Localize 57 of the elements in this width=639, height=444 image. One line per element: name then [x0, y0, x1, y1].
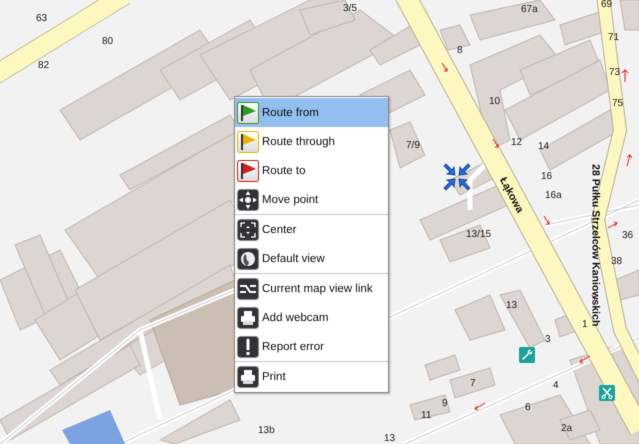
house-number: 82 — [38, 61, 50, 71]
house-number: 75 — [612, 99, 624, 109]
link-icon — [237, 278, 259, 300]
collapse-arrows-icon[interactable] — [443, 163, 471, 191]
house-number: 13b — [258, 426, 275, 436]
building — [409, 394, 451, 421]
pool — [62, 410, 125, 444]
house-number: 10 — [489, 97, 500, 107]
menu-item[interactable]: Route from — [235, 98, 388, 127]
house-number: 2a — [561, 424, 572, 434]
house-number: 11 — [421, 411, 432, 421]
street-name: 28 Pułku Strzelców Kaniowskich — [590, 164, 600, 326]
menu-item[interactable]: Current map view link — [235, 274, 388, 303]
house-number: 69 — [601, 0, 612, 10]
house-number: 4 — [553, 381, 559, 391]
menu-item[interactable]: Report error — [235, 332, 388, 361]
wrench-icon[interactable] — [519, 347, 535, 363]
building — [499, 289, 546, 349]
menu-item[interactable]: Move point — [235, 185, 388, 214]
house-number: 7 — [470, 379, 476, 389]
house-number: 36 — [622, 231, 634, 241]
house-number: 71 — [608, 33, 620, 43]
building — [449, 367, 496, 399]
house-number: 14 — [538, 142, 550, 152]
globe-icon — [237, 248, 259, 270]
exclamation-icon — [237, 336, 259, 358]
menu-item[interactable]: Route through — [235, 127, 388, 156]
house-number: 3/5 — [343, 4, 357, 14]
house-number: 16a — [545, 191, 562, 201]
menu-item[interactable]: Default view — [235, 244, 388, 273]
house-number: 63 — [36, 14, 48, 24]
move-icon — [237, 188, 259, 210]
house-number: 80 — [102, 37, 114, 47]
house-number: 6 — [525, 403, 531, 413]
menu-item[interactable]: Print — [235, 362, 388, 391]
house-number: 7/9 — [406, 141, 420, 151]
scissors-icon[interactable] — [599, 385, 615, 401]
house-number: 67a — [521, 5, 538, 15]
house-number: 38 — [611, 257, 622, 267]
house-number: 13 — [506, 301, 518, 311]
printer-icon — [237, 306, 259, 328]
center-icon — [237, 218, 259, 240]
house-number: 13 — [384, 434, 396, 444]
printer-icon — [237, 366, 259, 388]
house-number: 73 — [609, 68, 620, 78]
house-number: 12 — [511, 138, 522, 148]
building — [614, 269, 639, 301]
house-number: 16 — [541, 172, 552, 182]
menu-item[interactable]: Center — [235, 215, 388, 244]
house-number: 8 — [457, 46, 463, 56]
house-number: 9 — [442, 399, 448, 409]
house-number: 13/15 — [466, 230, 492, 240]
house-number: 3 — [545, 335, 551, 345]
menu-item[interactable]: Add webcam — [235, 303, 388, 332]
building — [454, 294, 506, 341]
building — [424, 354, 461, 381]
menu-item[interactable]: Route to — [235, 156, 388, 185]
